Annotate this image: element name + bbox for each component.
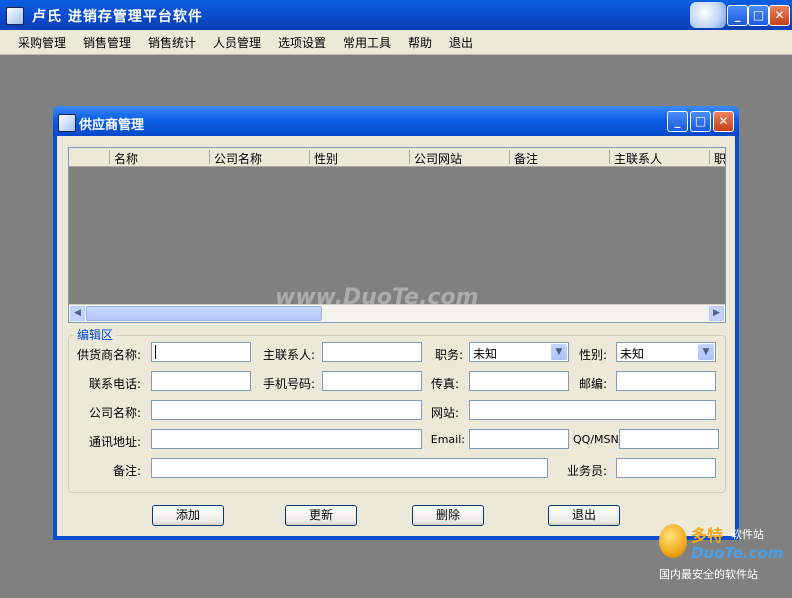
qq-msn-label: QQ/MSN: <box>573 433 623 446</box>
fax-input[interactable] <box>469 371 569 391</box>
brand-domain: DuoTe.com <box>691 544 784 562</box>
email-input[interactable] <box>469 429 569 449</box>
dialog-title-bar[interactable]: 供应商管理 _ □ ✕ <box>53 106 739 136</box>
remark-label: 备注: <box>112 464 141 478</box>
postcode-label: 邮编: <box>578 377 607 391</box>
brand-icon <box>659 524 687 558</box>
postcode-input[interactable] <box>616 371 716 391</box>
menu-exit[interactable]: 退出 <box>449 34 473 51</box>
chevron-down-icon[interactable]: ▼ <box>698 344 714 360</box>
address-label: 通讯地址: <box>88 435 141 449</box>
grid-header: 名称 公司名称 性别 公司网站 备注 主联系人 职 <box>69 148 725 167</box>
app-title: 卢氏 进销存管理平台软件 <box>32 9 203 25</box>
header-separator <box>609 150 610 164</box>
menu-help[interactable]: 帮助 <box>408 34 432 51</box>
dialog-minimize-button[interactable]: _ <box>667 111 688 132</box>
update-button[interactable]: 更新 <box>285 505 357 526</box>
phone-input[interactable] <box>151 371 251 391</box>
supplier-name-input[interactable]: ​ <box>151 342 251 362</box>
position-value: 未知 <box>473 347 498 361</box>
main-title-bar: 卢氏 进销存管理平台软件 _ □ ✕ <box>0 0 792 30</box>
col-position[interactable]: 职 <box>714 150 725 166</box>
brand-slogan: 国内最安全的软件站 <box>659 568 758 581</box>
dialog-title: 供应商管理 <box>79 118 145 133</box>
company-input[interactable] <box>151 400 422 420</box>
chevron-down-icon[interactable]: ▼ <box>551 344 567 360</box>
watermark-text: www.DuoTe.com <box>275 285 479 310</box>
fax-label: 传真: <box>430 377 459 391</box>
header-separator <box>109 150 110 164</box>
menu-sales-stats[interactable]: 销售统计 <box>148 34 196 51</box>
brand-logo: 多特 软件站 DuoTe.com 国内最安全的软件站 <box>655 520 789 582</box>
main-contact-input[interactable] <box>322 342 422 362</box>
scroll-left-icon[interactable]: ◀ <box>70 306 85 321</box>
header-separator <box>709 150 710 164</box>
mobile-input[interactable] <box>322 371 422 391</box>
col-remark[interactable]: 备注 <box>514 150 538 166</box>
gender-label: 性别: <box>578 348 607 362</box>
company-label: 公司名称: <box>88 406 141 420</box>
main-contact-label: 主联系人: <box>262 348 315 362</box>
col-company[interactable]: 公司名称 <box>214 150 262 166</box>
edit-group-legend: 编辑区 <box>74 326 117 343</box>
menu-tools[interactable]: 常用工具 <box>343 34 391 51</box>
mobile-label: 手机号码: <box>262 377 315 391</box>
col-main-contact[interactable]: 主联系人 <box>614 150 662 166</box>
menu-bar: 采购管理 销售管理 销售统计 人员管理 选项设置 常用工具 帮助 退出 <box>0 30 792 55</box>
delete-button[interactable]: 删除 <box>412 505 484 526</box>
remark-input[interactable] <box>151 458 548 478</box>
add-button[interactable]: 添加 <box>152 505 224 526</box>
menu-personnel[interactable]: 人员管理 <box>213 34 261 51</box>
supplier-dialog: 供应商管理 _ □ ✕ 名称 公司名称 性别 公司网站 备注 主联系人 职 ◀ … <box>53 106 739 540</box>
email-label: Email: <box>430 433 465 446</box>
dialog-icon <box>58 114 76 132</box>
header-separator <box>209 150 210 164</box>
minimize-button[interactable]: _ <box>727 5 748 26</box>
phone-label: 联系电话: <box>88 377 141 391</box>
brand-sub: 软件站 <box>731 528 764 541</box>
exit-button[interactable]: 退出 <box>548 505 620 526</box>
brand-name: 多特 <box>691 526 724 545</box>
col-name[interactable]: 名称 <box>114 150 138 166</box>
app-icon <box>6 7 24 25</box>
dialog-client-area: 名称 公司名称 性别 公司网站 备注 主联系人 职 ◀ ▶ 编辑区 供货商名称:… <box>57 136 735 536</box>
menu-purchase[interactable]: 采购管理 <box>18 34 66 51</box>
dialog-maximize-button[interactable]: □ <box>690 111 711 132</box>
dialog-close-button[interactable]: ✕ <box>713 111 734 132</box>
website-input[interactable] <box>469 400 716 420</box>
address-input[interactable] <box>151 429 422 449</box>
header-separator <box>509 150 510 164</box>
close-button[interactable]: ✕ <box>769 5 790 26</box>
header-separator <box>409 150 410 164</box>
col-gender[interactable]: 性别 <box>314 150 338 166</box>
header-separator <box>309 150 310 164</box>
maximize-button[interactable]: □ <box>748 5 769 26</box>
position-label: 职务: <box>434 348 463 362</box>
supplier-name-label: 供货商名称: <box>76 348 141 362</box>
col-website[interactable]: 公司网站 <box>414 150 462 166</box>
position-select[interactable]: 未知 ▼ <box>469 342 569 362</box>
qq-msn-input[interactable] <box>619 429 719 449</box>
menu-options[interactable]: 选项设置 <box>278 34 326 51</box>
salesman-input[interactable] <box>616 458 716 478</box>
salesman-label: 业务员: <box>566 464 607 478</box>
gender-select[interactable]: 未知 ▼ <box>616 342 716 362</box>
swirl-logo-icon <box>690 2 726 28</box>
gender-value: 未知 <box>620 347 645 361</box>
scroll-right-icon[interactable]: ▶ <box>709 306 724 321</box>
website-label: 网站: <box>430 406 459 420</box>
menu-sales[interactable]: 销售管理 <box>83 34 131 51</box>
